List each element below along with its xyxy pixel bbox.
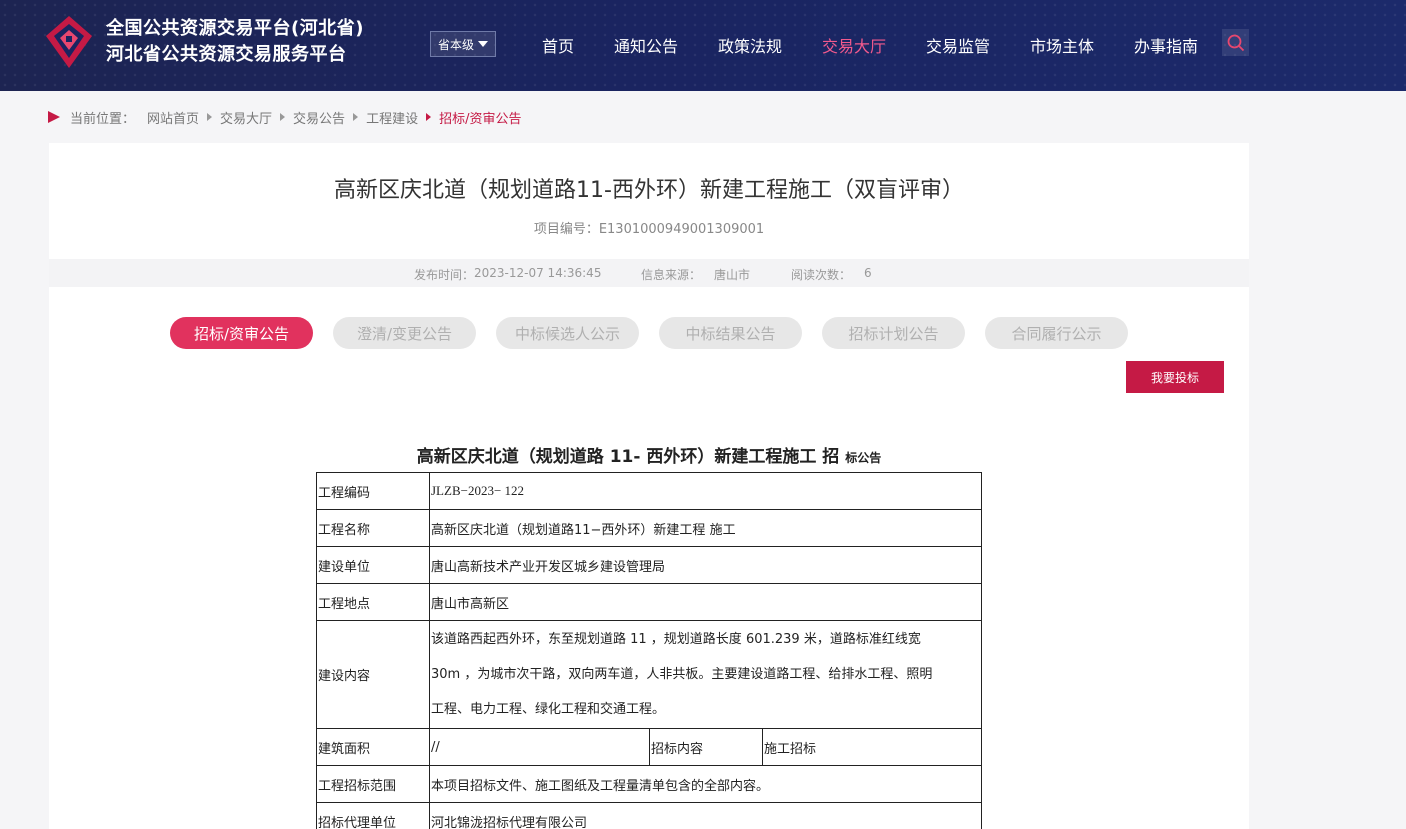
chevron-right-icon xyxy=(353,113,359,121)
publish-label: 发布时间： xyxy=(414,268,475,282)
source-value: 唐山市 xyxy=(714,268,751,282)
site-title[interactable]: 全国公共资源交易平台(河北省) 河北省公共资源交易服务平台 xyxy=(106,16,364,68)
content-card: 高新区庆北道（规划道路11-西外环）新建工程施工（双盲评审） 项目编号：E130… xyxy=(49,143,1249,829)
nav-home[interactable]: 首页 xyxy=(542,33,574,57)
project-number: 项目编号：E1301000949001309001 xyxy=(533,222,765,237)
logo-icon[interactable] xyxy=(44,14,94,70)
table-cell: 河北锦泷招标代理有限公司 xyxy=(429,802,982,829)
breadcrumb: 当前位置： 网站首页 交易大厅 交易公告 工程建设 招标/资审公告 xyxy=(48,108,522,127)
table-row: 工程名称 高新区庆北道（规划道路11−西外环）新建工程 施工 xyxy=(316,509,982,547)
level-select-value: 省本级 xyxy=(437,37,474,52)
nav-guide[interactable]: 办事指南 xyxy=(1134,33,1198,57)
tab-candidates[interactable]: 中标候选人公示 xyxy=(496,317,639,349)
nav-notices[interactable]: 通知公告 xyxy=(614,33,678,57)
table-cell: 建筑面积 xyxy=(316,728,430,766)
table-row: 工程编码 JLZB−2023− 122 xyxy=(316,472,982,510)
chevron-right-icon xyxy=(426,113,432,121)
breadcrumb-home[interactable]: 网站首页 xyxy=(147,108,199,127)
views-label: 阅读次数： xyxy=(791,268,852,282)
table-cell: 建设单位 xyxy=(316,546,430,584)
breadcrumb-prefix: 当前位置： xyxy=(70,111,136,127)
notice-table: 工程编码 JLZB−2023− 122 工程名称 高新区庆北道（规划道路11−西… xyxy=(316,472,982,829)
table-cell: 招标代理单位 xyxy=(316,802,430,829)
nav-market-entities[interactable]: 市场主体 xyxy=(1030,33,1094,57)
location-arrow-icon xyxy=(48,111,60,123)
nav-trading-hall[interactable]: 交易大厅 xyxy=(822,33,886,57)
tab-plan[interactable]: 招标计划公告 xyxy=(822,317,965,349)
notice-title-suffix: 标公告 xyxy=(845,451,882,465)
tab-contract[interactable]: 合同履行公示 xyxy=(985,317,1128,349)
table-row: 工程招标范围 本项目招标文件、施工图纸及工程量清单包含的全部内容。 xyxy=(316,765,982,803)
nav-policy[interactable]: 政策法规 xyxy=(718,33,782,57)
site-title-line1: 全国公共资源交易平台(河北省) xyxy=(106,18,364,39)
table-cell: JLZB−2023− 122 xyxy=(429,472,982,510)
meta-bar: 发布时间： 2023-12-07 14:36:45 信息来源： 唐山市 阅读次数… xyxy=(49,259,1249,287)
table-row: 招标代理单位 河北锦泷招标代理有限公司 xyxy=(316,802,982,829)
notice-title: 高新区庆北道（规划道路 11- 西外环）新建工程施工 招 标公告 xyxy=(49,442,1249,467)
table-row: 工程地点 唐山市高新区 xyxy=(316,583,982,621)
content-line: 工程、电力工程、绿化工程和交通工程。 xyxy=(431,702,666,717)
site-title-line2: 河北省公共资源交易服务平台 xyxy=(106,44,347,65)
table-row: 建设单位 唐山高新技术产业开发区城乡建设管理局 xyxy=(316,546,982,584)
nav-supervision[interactable]: 交易监管 xyxy=(926,33,990,57)
table-row: 建筑面积 // 招标内容 施工招标 xyxy=(316,728,982,766)
table-cell: 该道路西起西外环，东至规划道路 11 ，规划道路长度 601.239 米，道路标… xyxy=(429,620,982,729)
content-line: 30m ，为城市次干路，双向两车道，人非共板。主要建设道路工程、给排水工程、照明 xyxy=(431,667,933,682)
table-cell: 高新区庆北道（规划道路11−西外环）新建工程 施工 xyxy=(429,509,982,547)
breadcrumb-trading-hall[interactable]: 交易大厅 xyxy=(220,108,272,127)
table-cell: 施工招标 xyxy=(762,728,982,766)
chevron-right-icon xyxy=(207,113,213,121)
source-label: 信息来源： xyxy=(641,268,702,282)
content-line: 该道路西起西外环，东至规划道路 11 ，规划道路长度 601.239 米，道路标… xyxy=(431,632,921,647)
table-cell: 建设内容 xyxy=(316,620,430,729)
table-cell: // xyxy=(429,728,650,766)
publish-time: 2023-12-07 14:36:45 xyxy=(474,266,602,280)
breadcrumb-current: 招标/资审公告 xyxy=(439,111,522,127)
search-button[interactable] xyxy=(1222,29,1249,56)
table-cell: 工程编码 xyxy=(316,472,430,510)
page-title: 高新区庆北道（规划道路11-西外环）新建工程施工（双盲评审） xyxy=(334,178,964,203)
breadcrumb-notices[interactable]: 交易公告 xyxy=(293,108,345,127)
tab-tender-notice[interactable]: 招标/资审公告 xyxy=(170,317,313,349)
table-cell: 工程招标范围 xyxy=(316,765,430,803)
table-cell: 招标内容 xyxy=(649,728,763,766)
table-cell: 工程名称 xyxy=(316,509,430,547)
table-cell: 工程地点 xyxy=(316,583,430,621)
table-cell: 唐山市高新区 xyxy=(429,583,982,621)
views-value: 6 xyxy=(864,266,872,280)
table-row: 建设内容 该道路西起西外环，东至规划道路 11 ，规划道路长度 601.239 … xyxy=(316,620,982,729)
tab-result[interactable]: 中标结果公告 xyxy=(659,317,802,349)
search-icon xyxy=(1227,34,1244,51)
notice-title-main: 高新区庆北道（规划道路 11- 西外环）新建工程施工 招 xyxy=(416,447,840,467)
breadcrumb-engineering[interactable]: 工程建设 xyxy=(366,108,418,127)
table-cell: 本项目招标文件、施工图纸及工程量清单包含的全部内容。 xyxy=(429,765,982,803)
bid-button[interactable]: 我要投标 xyxy=(1126,361,1224,393)
site-header: 全国公共资源交易平台(河北省) 河北省公共资源交易服务平台 省本级 首页 通知公… xyxy=(0,0,1406,91)
chevron-down-icon xyxy=(478,41,488,47)
tab-clarification[interactable]: 澄清/变更公告 xyxy=(333,317,476,349)
table-cell: 唐山高新技术产业开发区城乡建设管理局 xyxy=(429,546,982,584)
level-select[interactable]: 省本级 xyxy=(430,31,496,57)
chevron-right-icon xyxy=(280,113,286,121)
